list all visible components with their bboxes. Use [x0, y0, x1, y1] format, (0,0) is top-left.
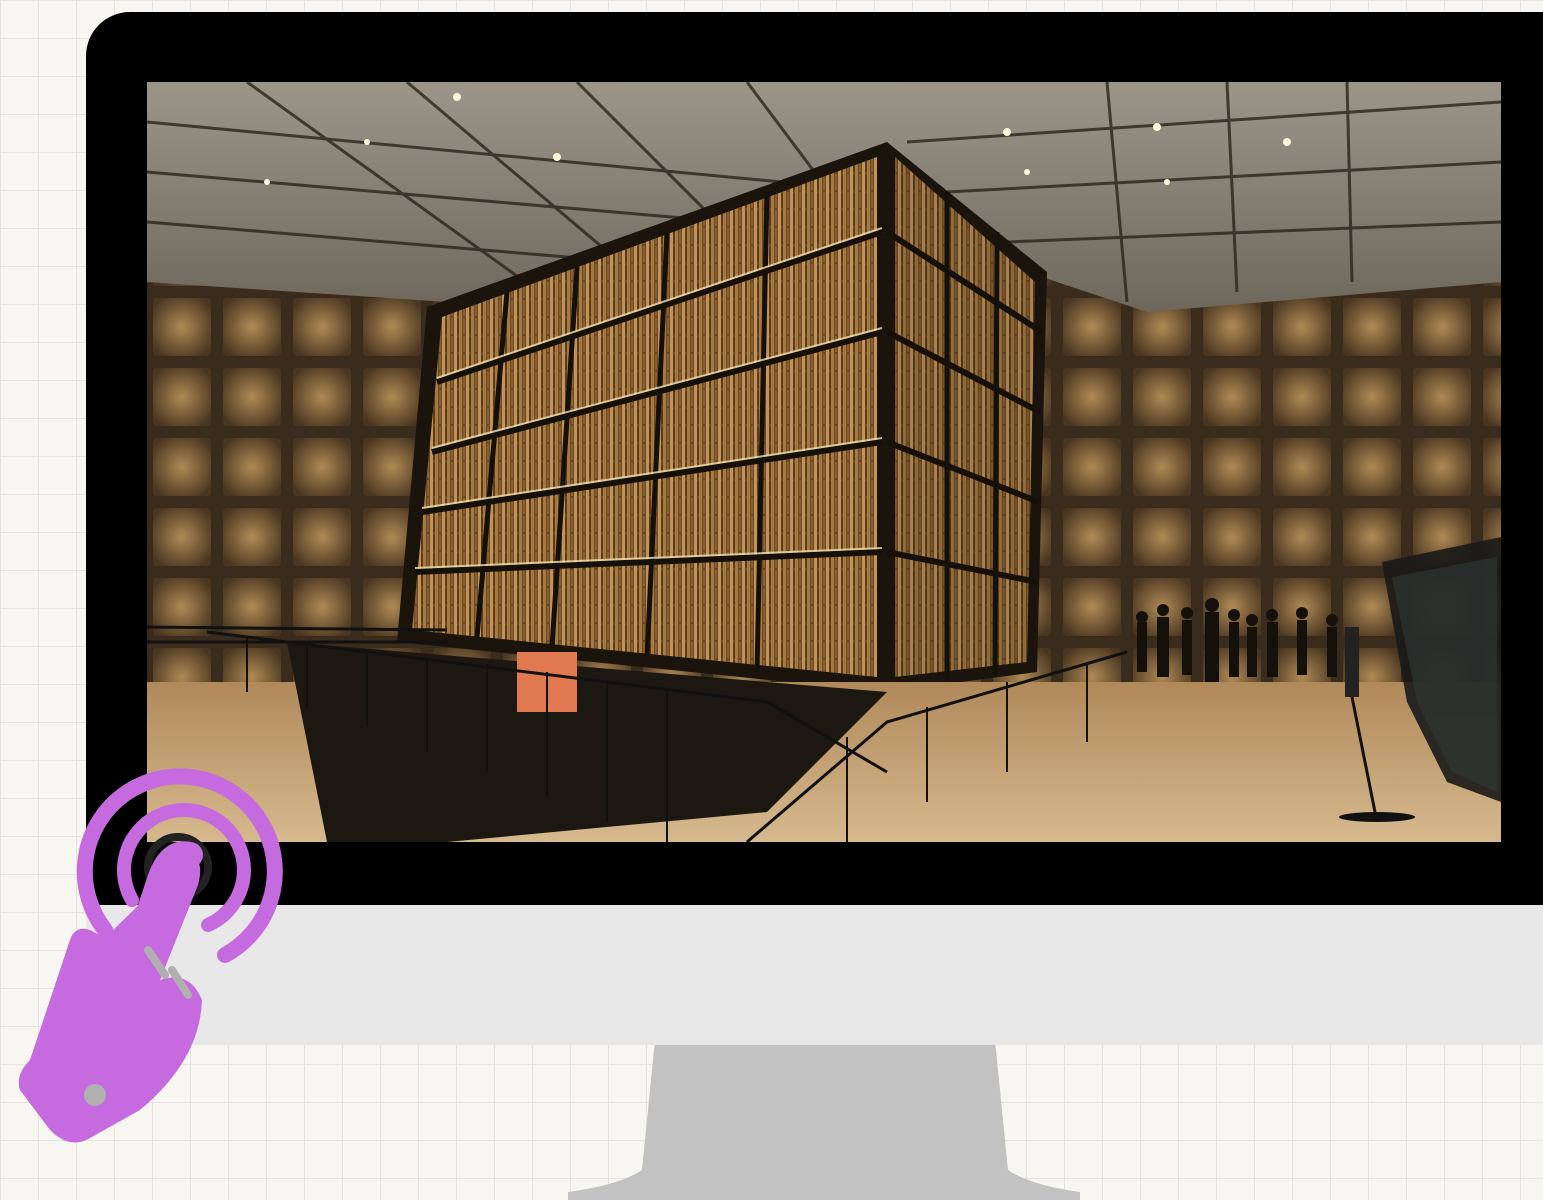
monitor-screen [147, 82, 1501, 842]
tap-gesture-icon[interactable] [10, 760, 300, 1150]
monitor-chin [86, 905, 1543, 1045]
library-photo [147, 82, 1501, 842]
